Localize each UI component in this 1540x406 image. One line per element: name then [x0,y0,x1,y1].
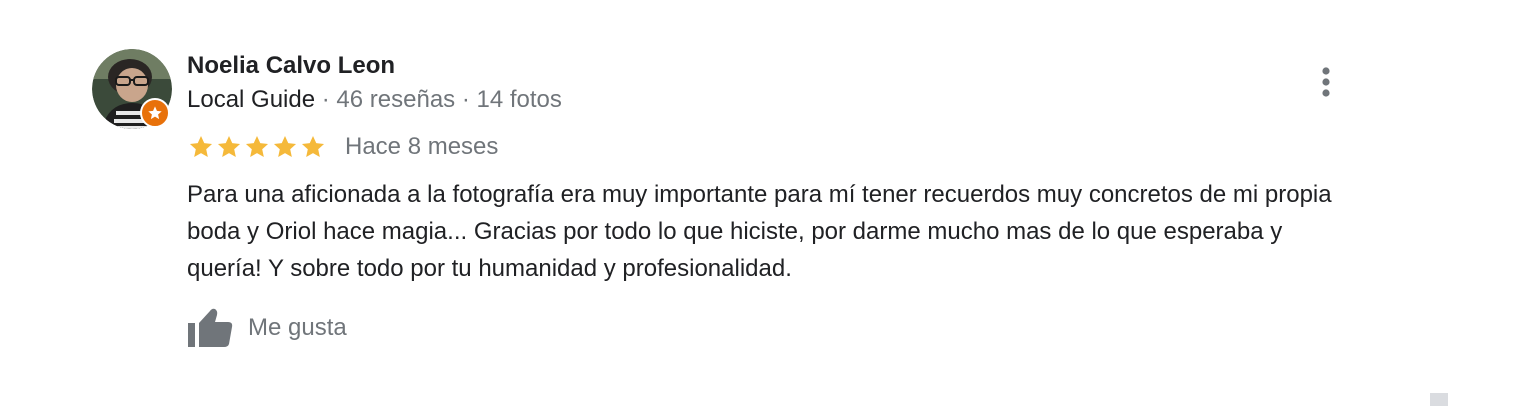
author-meta: Local Guide · 46 reseñas · 14 fotos [187,86,562,114]
author-name[interactable]: Noelia Calvo Leon [187,52,395,80]
thumbs-up-icon [188,308,233,347]
star-icon [273,135,297,157]
local-guide-badge-icon [140,98,170,128]
review-card: Noelia Calvo Leon Local Guide · 46 reseñ… [0,0,1540,406]
star-icon [245,135,269,157]
scroll-indicator [1430,393,1448,406]
star-icon [301,135,325,157]
star-rating [187,134,327,160]
like-label: Me gusta [248,314,347,341]
author-avatar[interactable] [92,49,172,129]
review-date: Hace 8 meses [345,133,499,160]
star-icon [217,135,241,157]
local-guide-label: Local Guide [187,86,316,113]
more-options-button[interactable] [1310,64,1342,100]
rating-row: Hace 8 meses [187,133,498,161]
more-vert-icon [1322,67,1330,97]
like-button[interactable]: Me gusta [186,306,347,350]
review-text: Para una aficionada a la fotografía era … [187,181,1332,282]
author-stats: · 46 reseñas · 14 fotos [315,86,562,113]
star-icon [189,135,213,157]
